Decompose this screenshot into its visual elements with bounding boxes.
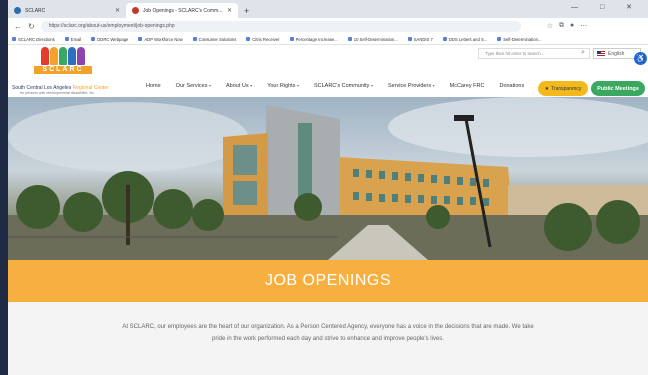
- address-bar: ← ↻ https://sclarc.org/about-us/employme…: [8, 18, 648, 34]
- bookmark-item[interactable]: SCLARC Directions: [12, 37, 55, 42]
- bookmark-icon: [442, 37, 447, 41]
- main-nav: Home Our Services ▾ About Us ▾ Your Righ…: [146, 83, 524, 89]
- site-favicon-icon: [14, 7, 21, 14]
- transparency-button[interactable]: ★ Transparency: [538, 81, 588, 96]
- us-flag-icon: [597, 51, 605, 56]
- org-tagline: for persons with developmental disabilit…: [20, 91, 95, 95]
- back-arrow-icon[interactable]: ←: [14, 22, 22, 31]
- profile-icon[interactable]: ●: [570, 22, 574, 30]
- tab-sclarc[interactable]: SCLARC ✕: [8, 3, 126, 18]
- bookmark-item[interactable]: DDRC Webpage: [91, 37, 128, 42]
- bookmark-icon: [407, 37, 412, 41]
- bookmark-icon: [12, 37, 16, 41]
- nav-home[interactable]: Home: [146, 83, 161, 89]
- bookmark-item[interactable]: SANDIS 7: [407, 37, 433, 42]
- tab-job-openings[interactable]: Job Openings - SCLARC's Comm... ✕: [126, 3, 238, 18]
- site-header: SCLARC South Central Los Angeles Regiona…: [8, 45, 648, 97]
- browser-window: SCLARC ✕ Job Openings - SCLARC's Comm...…: [8, 0, 648, 375]
- site-favicon-icon: [132, 7, 139, 14]
- bookmark-item[interactable]: ADP Workforce Now: [138, 37, 183, 42]
- bookmark-item[interactable]: Self-Determination...: [497, 37, 541, 42]
- chevron-down-icon: ▾: [209, 83, 212, 88]
- building-photo: [8, 97, 648, 260]
- intro-section: At SCLARC, our employees are the heart o…: [8, 302, 648, 375]
- window-controls[interactable]: — □ ✕: [571, 3, 642, 11]
- bookmark-icon: [246, 37, 251, 41]
- new-tab-button[interactable]: +: [238, 6, 255, 18]
- nav-our-services[interactable]: Our Services ▾: [176, 83, 211, 89]
- language-label: English: [608, 50, 625, 57]
- bookmark-item[interactable]: DDS Letters and S...: [442, 37, 487, 42]
- bookmark-icon: [289, 37, 294, 41]
- menu-icon[interactable]: ⋯: [580, 22, 587, 30]
- nav-about-us[interactable]: About Us ▾: [226, 83, 252, 89]
- accessibility-icon[interactable]: ♿: [634, 52, 647, 65]
- bookmark-item[interactable]: Percentage Increase...: [289, 37, 338, 42]
- nav-mccarey-frc[interactable]: McCarey FRC: [450, 83, 485, 89]
- bookmark-icon: [64, 37, 69, 41]
- nav-your-rights[interactable]: Your Rights ▾: [267, 83, 299, 89]
- intro-text: At SCLARC, our employees are the heart o…: [122, 324, 534, 342]
- bookmark-icon: [347, 37, 352, 41]
- nav-community[interactable]: SCLARC's Community ▾: [314, 83, 373, 89]
- search-input[interactable]: Type then hit enter to search... ⌕: [478, 48, 590, 59]
- tab-strip: SCLARC ✕ Job Openings - SCLARC's Comm...…: [8, 0, 648, 18]
- hero-image: [8, 97, 648, 260]
- sclarc-logo[interactable]: SCLARC: [34, 47, 92, 85]
- logo-wordmark: SCLARC: [34, 66, 92, 74]
- search-icon[interactable]: ⌕: [581, 49, 585, 57]
- star-icon: ★: [544, 85, 550, 92]
- public-meetings-button[interactable]: Public Meetings: [591, 81, 645, 96]
- tab-label: Job Openings - SCLARC's Comm...: [143, 7, 223, 14]
- bookmark-icon: [91, 37, 96, 41]
- bookmark-icon: [138, 37, 143, 41]
- star-icon[interactable]: ☆: [547, 22, 553, 30]
- chevron-down-icon: ▾: [250, 83, 253, 88]
- close-icon[interactable]: ✕: [115, 7, 120, 14]
- reload-icon[interactable]: ↻: [28, 22, 35, 31]
- tab-label: SCLARC: [25, 7, 46, 14]
- logo-figures-icon: [34, 47, 92, 65]
- chevron-down-icon: ▾: [296, 83, 299, 88]
- bookmark-item[interactable]: Email: [64, 37, 81, 42]
- nav-donations[interactable]: Donations: [499, 83, 524, 89]
- extensions-icon[interactable]: ⧉: [559, 22, 564, 30]
- page-title-banner: JOB OPENINGS: [8, 260, 648, 302]
- bookmark-icon: [497, 37, 502, 41]
- chevron-down-icon: ▾: [432, 83, 435, 88]
- page-title: JOB OPENINGS: [264, 272, 392, 289]
- bookmark-item[interactable]: 10 Self-Determination...: [347, 37, 398, 42]
- bookmark-item[interactable]: Consumer Solutions: [192, 37, 236, 42]
- url-field[interactable]: https://sclarc.org/about-us/employment/j…: [40, 20, 521, 32]
- bookmarks-bar: SCLARC Directions Email DDRC Webpage ADP…: [8, 34, 648, 45]
- bookmark-item[interactable]: Citrix Receiver: [246, 37, 280, 42]
- close-icon[interactable]: ✕: [227, 7, 232, 14]
- chevron-down-icon: ▾: [370, 83, 373, 88]
- bookmark-icon: [192, 37, 197, 41]
- nav-service-providers[interactable]: Service Providers ▾: [388, 83, 435, 89]
- search-placeholder: Type then hit enter to search...: [485, 51, 545, 56]
- browser-toolbar: ☆ ⧉ ● ⋯: [547, 22, 588, 30]
